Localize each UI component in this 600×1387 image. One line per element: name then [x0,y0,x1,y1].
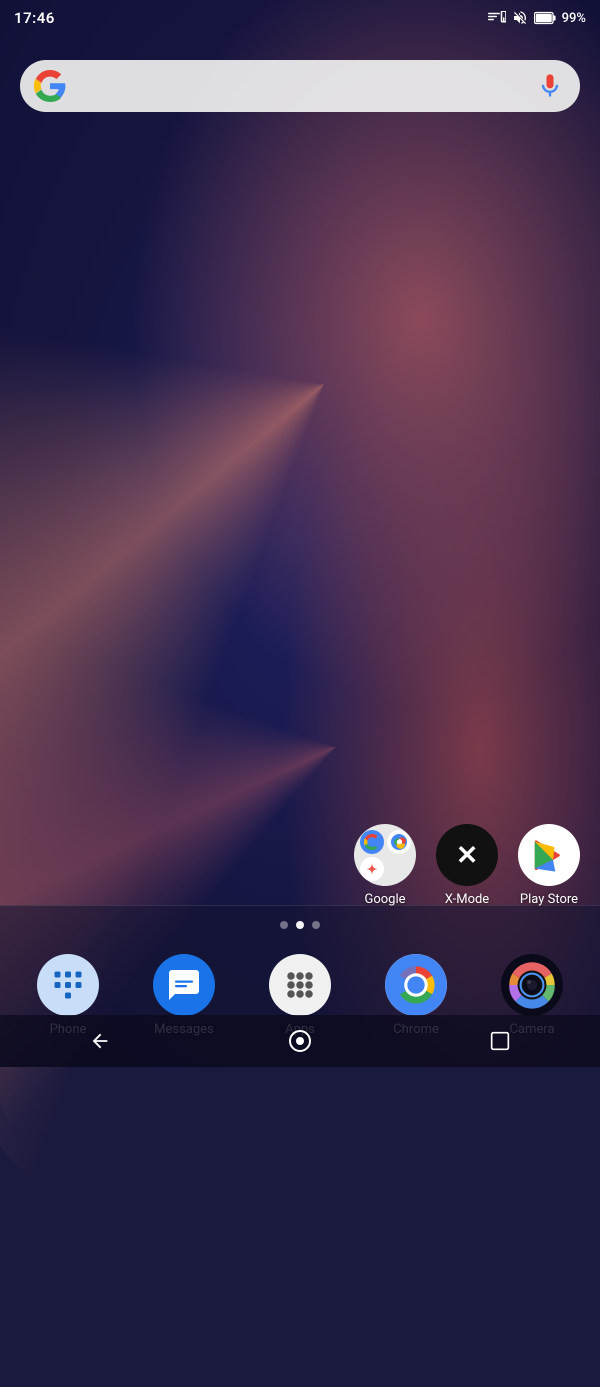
battery-icon [534,11,556,25]
apps-grid-icon [282,967,318,1003]
camera-icon [501,954,563,1016]
cast-icon [488,11,506,25]
messages-icon [166,967,202,1003]
google-logo [34,70,66,102]
google-folder-icon[interactable]: Google [354,824,416,907]
status-icons: 99% [488,10,586,26]
chrome-mini-icon [387,830,411,854]
back-button[interactable] [80,1021,120,1061]
phone-icon [50,967,86,1003]
svg-text:✕: ✕ [456,840,478,870]
playstore-circle [518,824,580,886]
playstore-logo [530,836,568,874]
playstore-app-icon[interactable]: Play Store [518,824,580,907]
search-input[interactable] [76,60,536,112]
mute-icon [512,10,528,26]
mic-icon[interactable] [536,72,564,100]
google-folder-label: Google [364,892,405,907]
xmode-app-icon[interactable]: ✕ X-Mode [436,824,498,907]
apps-circle [269,954,331,1016]
search-bar[interactable] [20,60,580,112]
page-indicators [0,921,600,929]
playstore-label: Play Store [520,892,578,907]
messages-circle [153,954,215,1016]
xmode-label: X-Mode [445,892,489,907]
nav-bar [0,1015,600,1067]
back-icon [89,1030,111,1052]
status-bar: 17:46 99% [0,0,600,36]
page-dot-1[interactable] [280,921,288,929]
battery-percentage: 99% [562,11,586,26]
xmode-logo: ✕ [445,833,489,877]
page-dot-3[interactable] [312,921,320,929]
camera-circle [501,954,563,1016]
google-folder-circle [354,824,416,886]
phone-circle [37,954,99,1016]
chrome-icon [385,954,447,1016]
google-mini-icon [360,830,384,854]
photos-mini-icon [360,857,384,881]
home-button[interactable] [280,1021,320,1061]
home-icons-row: Google ✕ X-Mode Play Store [0,824,600,907]
home-icon [288,1029,312,1053]
recents-icon [490,1031,510,1051]
page-dot-2[interactable] [296,921,304,929]
xmode-circle: ✕ [436,824,498,886]
chrome-circle [385,954,447,1016]
status-time: 17:46 [14,9,55,27]
recents-button[interactable] [480,1021,520,1061]
